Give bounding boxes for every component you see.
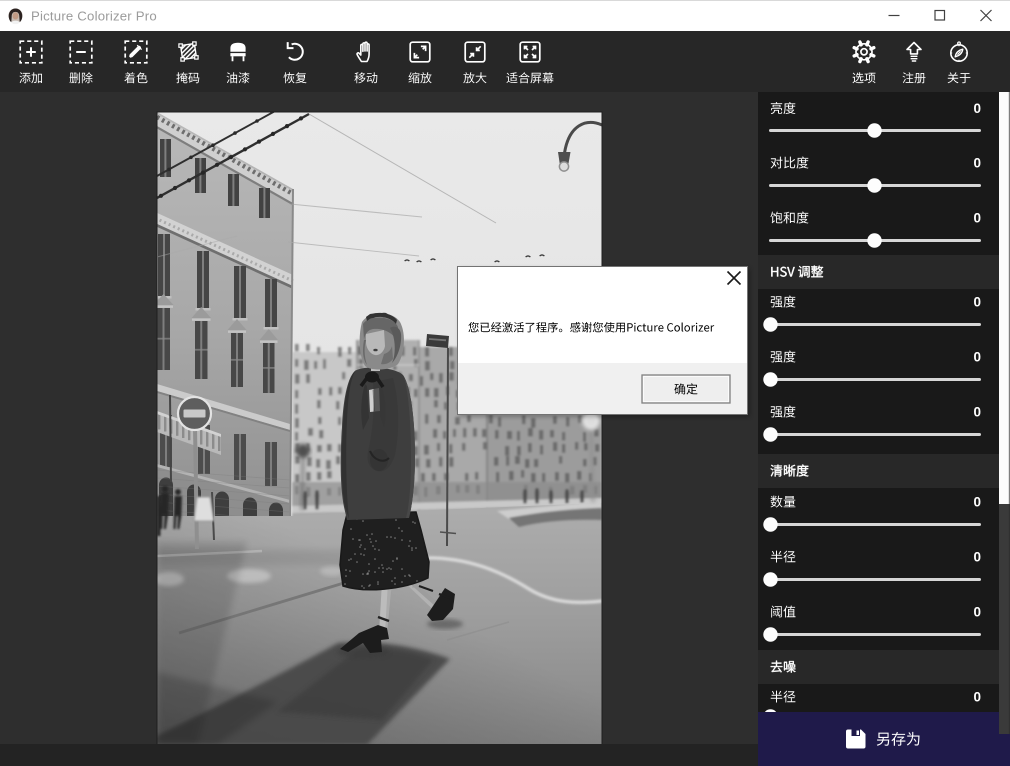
svg-text:0: 0 [973,101,981,116]
svg-text:0: 0 [973,605,981,620]
svg-text:0: 0 [973,550,981,565]
svg-text:0: 0 [973,405,981,420]
svg-text:0: 0 [973,495,981,510]
svg-text:0: 0 [973,156,981,171]
svg-text:0: 0 [973,295,981,310]
svg-text:Picture Colorizer Pro: Picture Colorizer Pro [31,9,157,24]
svg-text:0: 0 [973,350,981,365]
svg-text:0: 0 [973,211,981,226]
svg-text:0: 0 [973,690,981,705]
